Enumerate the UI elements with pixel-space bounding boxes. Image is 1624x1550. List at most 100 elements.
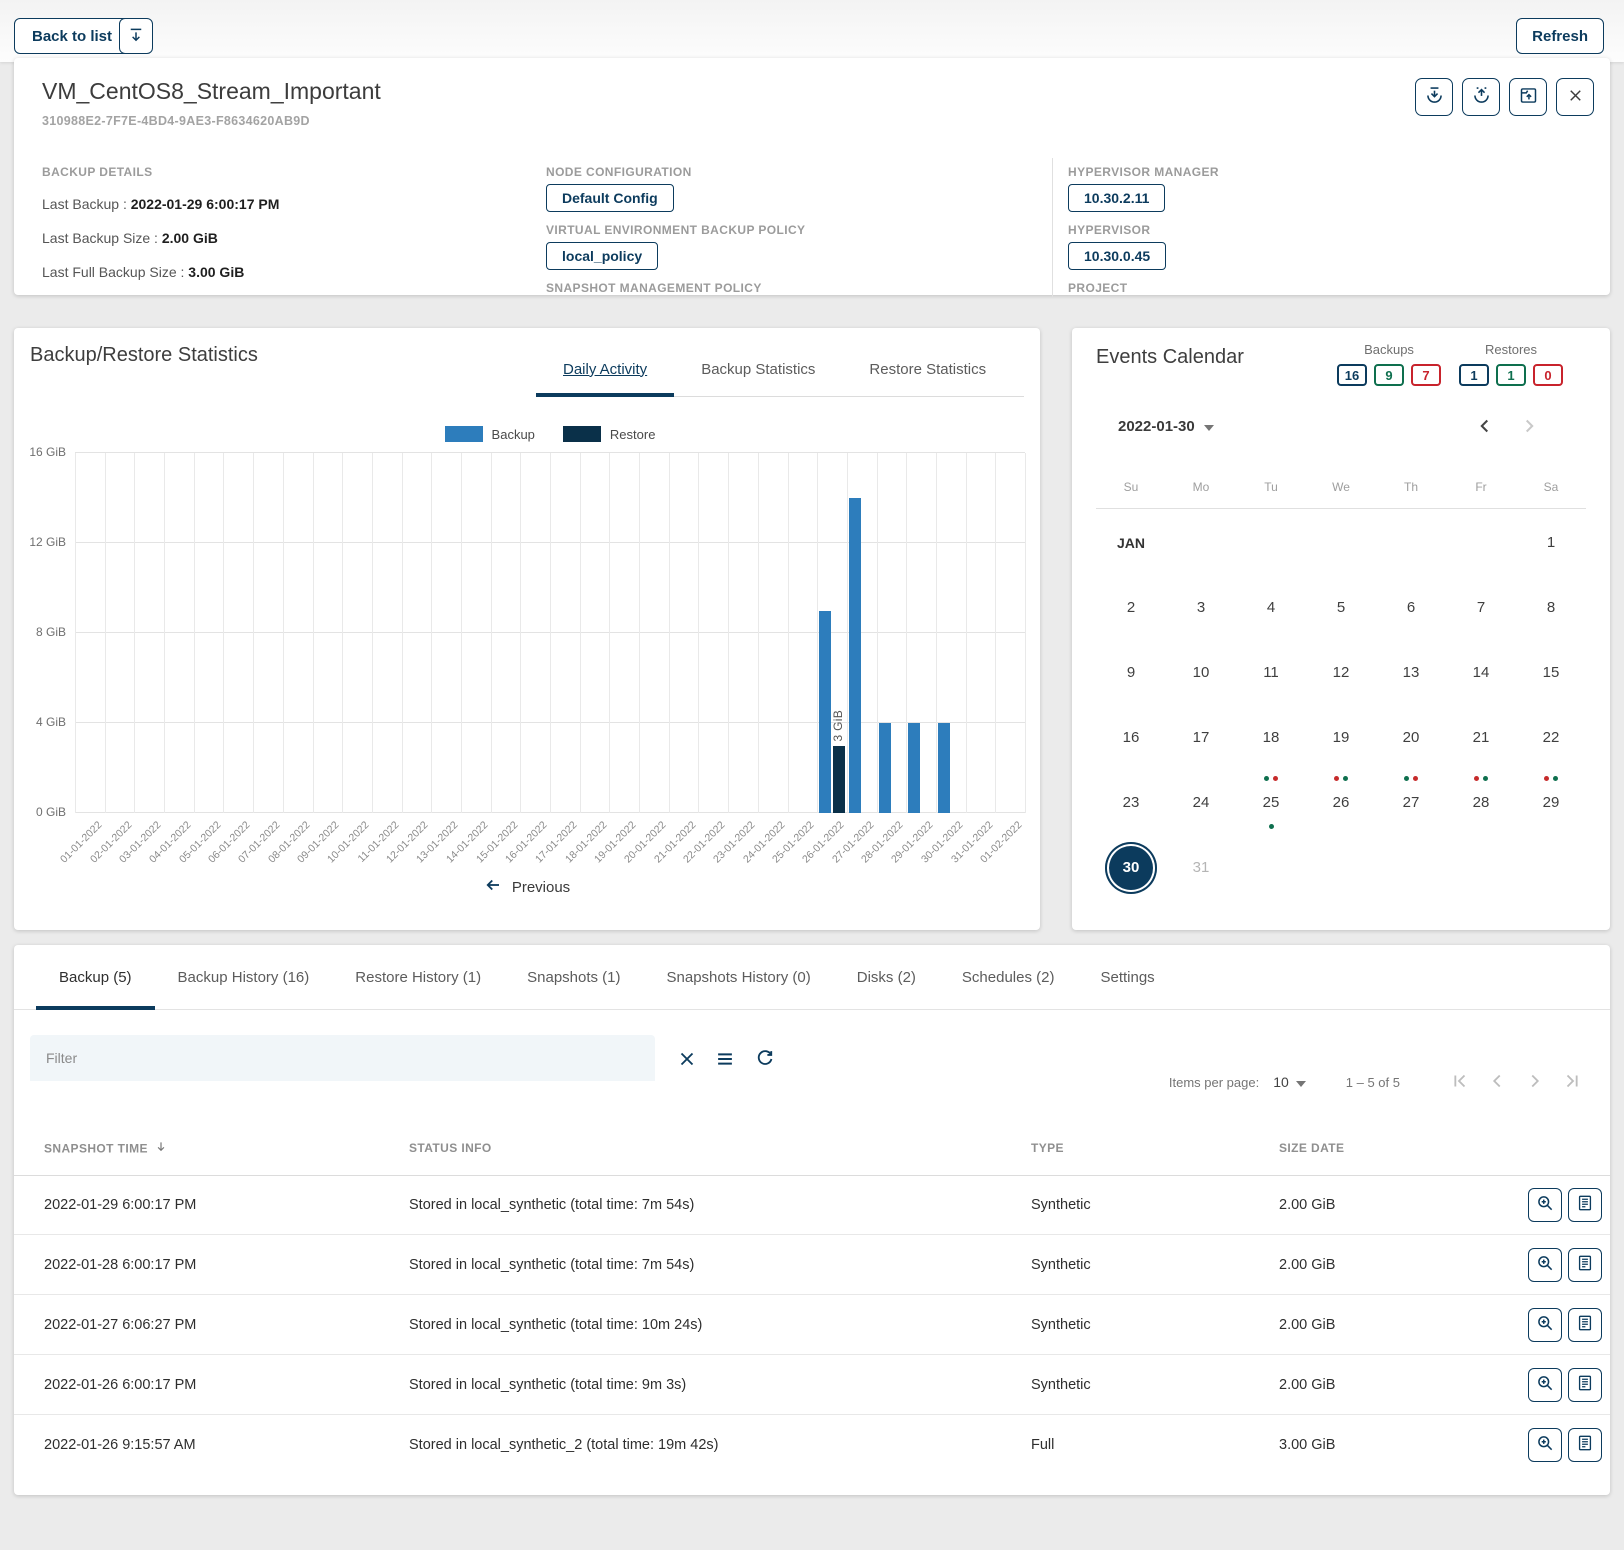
day-number[interactable]: 11 — [1263, 664, 1279, 681]
row-report-button[interactable] — [1568, 1188, 1602, 1222]
day-number[interactable]: 4 — [1267, 599, 1275, 616]
day-number[interactable]: 10 — [1193, 664, 1210, 681]
day-number[interactable]: 23 — [1123, 794, 1140, 811]
hypervisor-section: HYPERVISOR MANAGER 10.30.2.11 HYPERVISOR… — [1068, 166, 1219, 294]
first-page-button[interactable] — [1446, 1069, 1472, 1095]
day-number[interactable]: 25 — [1263, 794, 1280, 811]
day-number[interactable]: 22 — [1543, 729, 1560, 746]
v-gridline — [491, 453, 492, 813]
day-number[interactable]: 26 — [1333, 794, 1350, 811]
back-to-list-button[interactable]: Back to list — [14, 18, 130, 54]
column-header-type[interactable]: TYPE — [1031, 1141, 1064, 1155]
row-details-button[interactable] — [1528, 1308, 1562, 1342]
day-number[interactable]: 5 — [1337, 599, 1345, 616]
day-number[interactable]: 19 — [1333, 729, 1350, 746]
day-number[interactable]: 13 — [1403, 664, 1420, 681]
day-number[interactable]: 1 — [1547, 534, 1555, 551]
previous-period-button[interactable]: Previous — [14, 876, 1040, 898]
day-number[interactable]: 16 — [1123, 729, 1140, 746]
day-number[interactable]: 29 — [1543, 794, 1560, 811]
day-number[interactable]: 6 — [1407, 599, 1415, 616]
calendar-month-select[interactable]: 2022-01-30 — [1118, 418, 1214, 435]
mount-button[interactable] — [1509, 78, 1547, 116]
selected-day-number[interactable]: 30 — [1105, 842, 1157, 894]
day-number[interactable]: 14 — [1473, 664, 1490, 681]
row-report-button[interactable] — [1568, 1368, 1602, 1402]
v-gridline — [402, 453, 403, 813]
refresh-button[interactable]: Refresh — [1516, 18, 1604, 54]
day-number[interactable]: 20 — [1403, 729, 1420, 746]
chevron-left-icon — [1474, 415, 1496, 440]
tab-schedules-2[interactable]: Schedules (2) — [939, 945, 1078, 1009]
column-header-size-date[interactable]: SIZE DATE — [1279, 1141, 1344, 1155]
items-per-page-value[interactable]: 10 — [1273, 1074, 1289, 1090]
reload-table-button[interactable] — [752, 1047, 778, 1073]
tab-daily-activity[interactable]: Daily Activity — [536, 342, 674, 396]
day-number[interactable]: 15 — [1543, 664, 1560, 681]
day-number[interactable]: 31 — [1193, 859, 1210, 876]
tab-restore-statistics[interactable]: Restore Statistics — [842, 342, 1013, 396]
calendar-next-button[interactable] — [1514, 412, 1544, 442]
ve-backup-policy-chip[interactable]: local_policy — [546, 242, 658, 270]
row-report-button[interactable] — [1568, 1428, 1602, 1462]
backup-button[interactable] — [1415, 78, 1453, 116]
event-dots-top — [1236, 776, 1306, 781]
day-number[interactable]: 24 — [1193, 794, 1210, 811]
last-page-button[interactable] — [1560, 1069, 1586, 1095]
row-details-button[interactable] — [1528, 1188, 1562, 1222]
day-number[interactable]: 18 — [1263, 729, 1280, 746]
filter-input[interactable] — [30, 1035, 655, 1081]
backup-details-heading: BACKUP DETAILS — [42, 166, 153, 178]
row-details-button[interactable] — [1528, 1368, 1562, 1402]
per-page-caret-icon[interactable] — [1296, 1075, 1306, 1090]
collapse-icon — [127, 26, 145, 47]
tab-backup-statistics[interactable]: Backup Statistics — [674, 342, 842, 396]
column-header-snapshot-time[interactable]: SNAPSHOT TIME — [44, 1140, 168, 1157]
prev-page-button[interactable] — [1484, 1069, 1510, 1095]
row-details-button[interactable] — [1528, 1248, 1562, 1282]
row-details-button[interactable] — [1528, 1428, 1562, 1462]
calendar-empty-cell — [1236, 835, 1306, 900]
row-actions — [1528, 1248, 1602, 1282]
hypervisor-manager-heading: HYPERVISOR MANAGER — [1068, 166, 1219, 178]
tab-disks-2[interactable]: Disks (2) — [834, 945, 939, 1009]
restore-button[interactable] — [1462, 78, 1500, 116]
event-dots-bottom — [1236, 824, 1306, 829]
tab-snapshots-1[interactable]: Snapshots (1) — [504, 945, 643, 1009]
node-configuration-chip[interactable]: Default Config — [546, 184, 674, 212]
day-number[interactable]: 28 — [1473, 794, 1490, 811]
collapse-panel-button[interactable] — [119, 18, 153, 54]
y-axis-tick-label: 12 GiB — [14, 535, 66, 549]
calendar-day-19: 19 — [1306, 705, 1376, 770]
close-button[interactable] — [1556, 78, 1594, 116]
tab-settings[interactable]: Settings — [1077, 945, 1177, 1009]
column-options-button[interactable] — [712, 1047, 738, 1073]
day-number[interactable]: 8 — [1547, 599, 1555, 616]
row-actions — [1528, 1188, 1602, 1222]
calendar-day-23: 23 — [1096, 770, 1166, 835]
day-number[interactable]: 2 — [1127, 599, 1135, 616]
snapshot-policy-heading: SNAPSHOT MANAGEMENT POLICY — [546, 282, 762, 294]
day-number[interactable]: 3 — [1197, 599, 1205, 616]
calendar-prev-button[interactable] — [1470, 412, 1500, 442]
day-number[interactable]: 12 — [1333, 664, 1350, 681]
row-report-button[interactable] — [1568, 1248, 1602, 1282]
day-number[interactable]: 27 — [1403, 794, 1420, 811]
tab-snapshots-history-0[interactable]: Snapshots History (0) — [644, 945, 834, 1009]
tab-restore-history-1[interactable]: Restore History (1) — [332, 945, 504, 1009]
weekday-label: Su — [1096, 480, 1166, 494]
sort-descending-icon — [154, 1140, 168, 1157]
column-header-status-info[interactable]: STATUS INFO — [409, 1141, 492, 1155]
day-number[interactable]: 7 — [1477, 599, 1485, 616]
size-cell: 2.00 GiB — [1279, 1377, 1335, 1393]
clear-filter-button[interactable] — [674, 1047, 700, 1073]
hypervisor-manager-chip[interactable]: 10.30.2.11 — [1068, 184, 1165, 212]
day-number[interactable]: 17 — [1193, 729, 1210, 746]
hypervisor-chip[interactable]: 10.30.0.45 — [1068, 242, 1166, 270]
next-page-button[interactable] — [1522, 1069, 1548, 1095]
tab-backup-5[interactable]: Backup (5) — [36, 945, 155, 1009]
row-report-button[interactable] — [1568, 1308, 1602, 1342]
tab-backup-history-16[interactable]: Backup History (16) — [155, 945, 333, 1009]
day-number[interactable]: 21 — [1473, 729, 1490, 746]
day-number[interactable]: 9 — [1127, 664, 1135, 681]
